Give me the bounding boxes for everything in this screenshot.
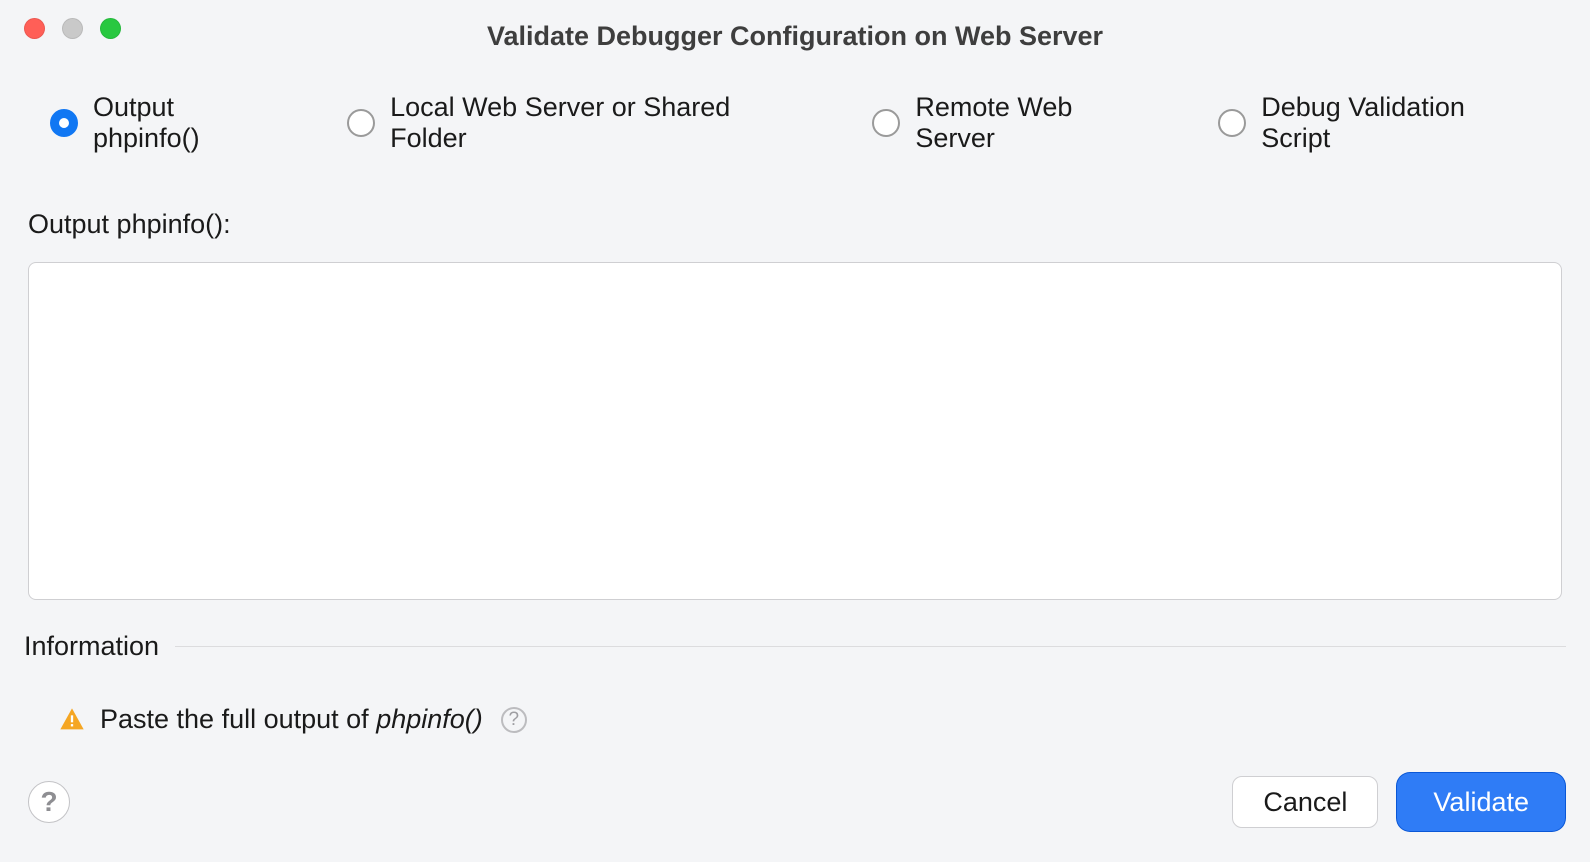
help-button[interactable]: ? [28, 781, 70, 823]
radio-label: Remote Web Server [915, 92, 1158, 154]
radio-label: Local Web Server or Shared Folder [390, 92, 812, 154]
radio-debug-validation-script[interactable]: Debug Validation Script [1218, 92, 1540, 154]
information-section-label: Information [24, 631, 159, 662]
information-text-emphasis: phpinfo() [376, 704, 483, 734]
radio-label: Output phpinfo() [93, 92, 287, 154]
close-window-button[interactable] [24, 18, 45, 39]
window-controls [24, 18, 121, 39]
radio-icon [347, 109, 375, 137]
titlebar: Validate Debugger Configuration on Web S… [0, 0, 1590, 54]
radio-icon [872, 109, 900, 137]
phpinfo-output-label: Output phpinfo(): [0, 154, 1590, 252]
maximize-window-button[interactable] [100, 18, 121, 39]
radio-output-phpinfo[interactable]: Output phpinfo() [50, 92, 287, 154]
phpinfo-output-textarea[interactable] [28, 262, 1562, 600]
warning-icon [58, 706, 86, 734]
information-text-prefix: Paste the full output of [100, 704, 376, 734]
information-message: Paste the full output of phpinfo() ? [0, 662, 1590, 735]
radio-icon [50, 109, 78, 137]
validate-button[interactable]: Validate [1400, 776, 1562, 828]
radio-local-web-server[interactable]: Local Web Server or Shared Folder [347, 92, 812, 154]
information-section-header: Information [0, 607, 1590, 662]
cancel-button[interactable]: Cancel [1232, 776, 1378, 828]
divider-line [175, 646, 1566, 647]
dialog-title: Validate Debugger Configuration on Web S… [20, 3, 1570, 52]
dialog-footer: ? Cancel Validate [0, 772, 1590, 832]
radio-remote-web-server[interactable]: Remote Web Server [872, 92, 1158, 154]
information-text: Paste the full output of phpinfo() [100, 704, 483, 735]
radio-label: Debug Validation Script [1261, 92, 1540, 154]
radio-icon [1218, 109, 1246, 137]
validation-mode-radio-group: Output phpinfo() Local Web Server or Sha… [0, 54, 1590, 154]
context-help-icon[interactable]: ? [501, 707, 527, 733]
minimize-window-button[interactable] [62, 18, 83, 39]
